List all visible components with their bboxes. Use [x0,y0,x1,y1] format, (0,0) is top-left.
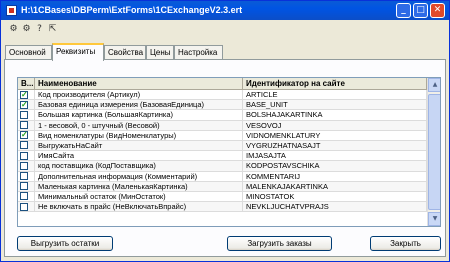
tab-panel: В... Наименование Идентификатор на сайте… [4,59,446,257]
maximize-button[interactable]: □ [413,3,428,18]
table-row[interactable]: Минимальный остаток (МинОстаток) MINOSTAT… [18,191,427,203]
row-checkbox[interactable] [20,141,28,150]
row-checkbox[interactable] [20,151,28,160]
table-row[interactable]: ИмяСайта IMJASAJTA [18,151,427,162]
row-checkbox-cell [18,90,35,101]
row-checkbox[interactable] [20,161,28,170]
row-checkbox-cell [18,191,35,203]
vertical-scrollbar[interactable]: ▲ ▼ [427,78,440,226]
row-name[interactable]: Минимальный остаток (МинОстаток) [35,191,243,203]
attributes-table[interactable]: В... Наименование Идентификатор на сайте… [17,77,441,227]
scroll-thumb[interactable] [428,94,440,210]
row-site-id[interactable]: MINOSTATOK [243,191,427,203]
row-site-id[interactable]: VYGRUZHATNASAJT [243,140,427,152]
row-checkbox[interactable] [20,131,28,140]
row-name[interactable]: Большая картинка (БольшаяКартинка) [35,110,243,121]
row-site-id[interactable]: VIDNOMENKLATURY [243,130,427,141]
tab-prices[interactable]: Цены [146,45,174,60]
table-row[interactable]: Базовая единица измерения (БазоваяЕдиниц… [18,100,427,111]
column-header-site-id[interactable]: Идентификатор на сайте [243,78,427,90]
table-row[interactable]: Код производителя (Артикул)ARTICLE [18,90,427,101]
main-window: H:\1CBases\DBPerm\ExtForms\1CExchangeV2.… [0,0,450,262]
row-checkbox-cell [18,120,35,131]
import-orders-button[interactable]: Загрузить заказы [227,236,332,251]
row-name[interactable]: Код производителя (Артикул) [35,90,243,101]
row-checkbox[interactable] [20,110,28,119]
row-checkbox-cell [18,110,35,121]
row-site-id[interactable]: BASE_UNIT [243,100,427,111]
row-name[interactable]: ВыгружатьНаСайт [35,140,243,152]
row-name[interactable]: Маленькая картинка (МаленькаяКартинка) [35,181,243,192]
row-checkbox-cell [18,181,35,192]
tab-settings[interactable]: Настройка [174,45,223,60]
table-header: В... Наименование Идентификатор на сайте [18,78,427,90]
tab-requisites[interactable]: Реквизиты [52,43,104,61]
column-header-check[interactable]: В... [18,78,35,90]
row-name[interactable]: 1 - весовой, 0 - штучный (Весовой) [35,120,243,131]
table-row[interactable]: ВыгружатьНаСайт VYGRUZHATNASAJT [18,140,427,152]
table-row[interactable]: код поставщика (КодПоставщика) KODPOSTAVS… [18,161,427,172]
table-body: Код производителя (Артикул)ARTICLEБазова… [18,90,427,213]
row-checkbox[interactable] [20,90,28,99]
table-row[interactable]: 1 - весовой, 0 - штучный (Весовой) VESOVO… [18,120,427,131]
tab-main[interactable]: Основной [5,45,52,60]
row-checkbox-cell [18,171,35,182]
row-checkbox[interactable] [20,172,28,180]
row-checkbox[interactable] [20,182,28,191]
table-row[interactable]: Большая картинка (БольшаяКартинка) BOLSHA… [18,110,427,121]
row-site-id[interactable]: MALENKAJAKARTINKA [243,181,427,192]
row-site-id[interactable]: IMJASAJTA [243,151,427,162]
help-icon[interactable]: ? [34,24,45,35]
table-row[interactable]: Вид номенклатуры (ВидНоменклатуры)VIDNOM… [18,130,427,141]
table-row[interactable]: Не включать в прайс (НеВключатьВпрайс) NE… [18,202,427,213]
row-site-id[interactable]: ARTICLE [243,90,427,101]
column-header-name[interactable]: Наименование [35,78,243,90]
row-site-id[interactable]: NEVKLJUCHATVPRAJS [243,202,427,213]
export-stock-button[interactable]: Выгрузить остатки [17,236,113,251]
row-site-id[interactable]: KOMMENTARIJ [243,171,427,182]
app-icon [6,5,17,16]
row-name[interactable]: Дополнительная информация (Комментарий) [35,171,243,182]
row-site-id[interactable]: VESOVOJ [243,120,427,131]
minimize-button[interactable]: _ [396,3,411,18]
row-site-id[interactable]: BOLSHAJAKARTINKA [243,110,427,121]
pointer-help-icon[interactable]: ⇱ [47,24,58,35]
row-checkbox-cell [18,130,35,141]
row-name[interactable]: Базовая единица измерения (БазоваяЕдиниц… [35,100,243,111]
row-name[interactable]: ИмяСайта [35,151,243,162]
scroll-down-icon[interactable]: ▼ [428,212,440,226]
row-checkbox[interactable] [20,121,28,130]
row-site-id[interactable]: KODPOSTAVSCHIKA [243,161,427,172]
scroll-up-icon[interactable]: ▲ [428,78,440,92]
table-row[interactable]: Маленькая картинка (МаленькаяКартинка) MA… [18,181,427,192]
row-checkbox-cell [18,202,35,213]
tab-properties[interactable]: Свойства [104,45,146,60]
row-checkbox[interactable] [20,100,28,109]
row-checkbox-cell [18,161,35,172]
users-icon[interactable]: ⚙ [8,24,19,35]
close-button[interactable]: Закрыть [370,236,441,251]
close-window-button[interactable]: ✕ [430,3,445,18]
users-settings-icon[interactable]: ⚙ [21,24,32,35]
row-name[interactable]: Не включать в прайс (НеВключатьВпрайс) [35,202,243,213]
row-checkbox-cell [18,151,35,162]
table-row[interactable]: Дополнительная информация (Комментарий) K… [18,171,427,182]
row-checkbox[interactable] [20,192,28,201]
window-title: H:\1CBases\DBPerm\ExtForms\1CExchangeV2.… [21,5,243,15]
row-checkbox-cell [18,100,35,111]
row-name[interactable]: код поставщика (КодПоставщика) [35,161,243,172]
row-checkbox-cell [18,140,35,152]
row-checkbox[interactable] [20,202,28,211]
row-name[interactable]: Вид номенклатуры (ВидНоменклатуры) [35,130,243,141]
title-bar[interactable]: H:\1CBases\DBPerm\ExtForms\1CExchangeV2.… [1,1,449,20]
